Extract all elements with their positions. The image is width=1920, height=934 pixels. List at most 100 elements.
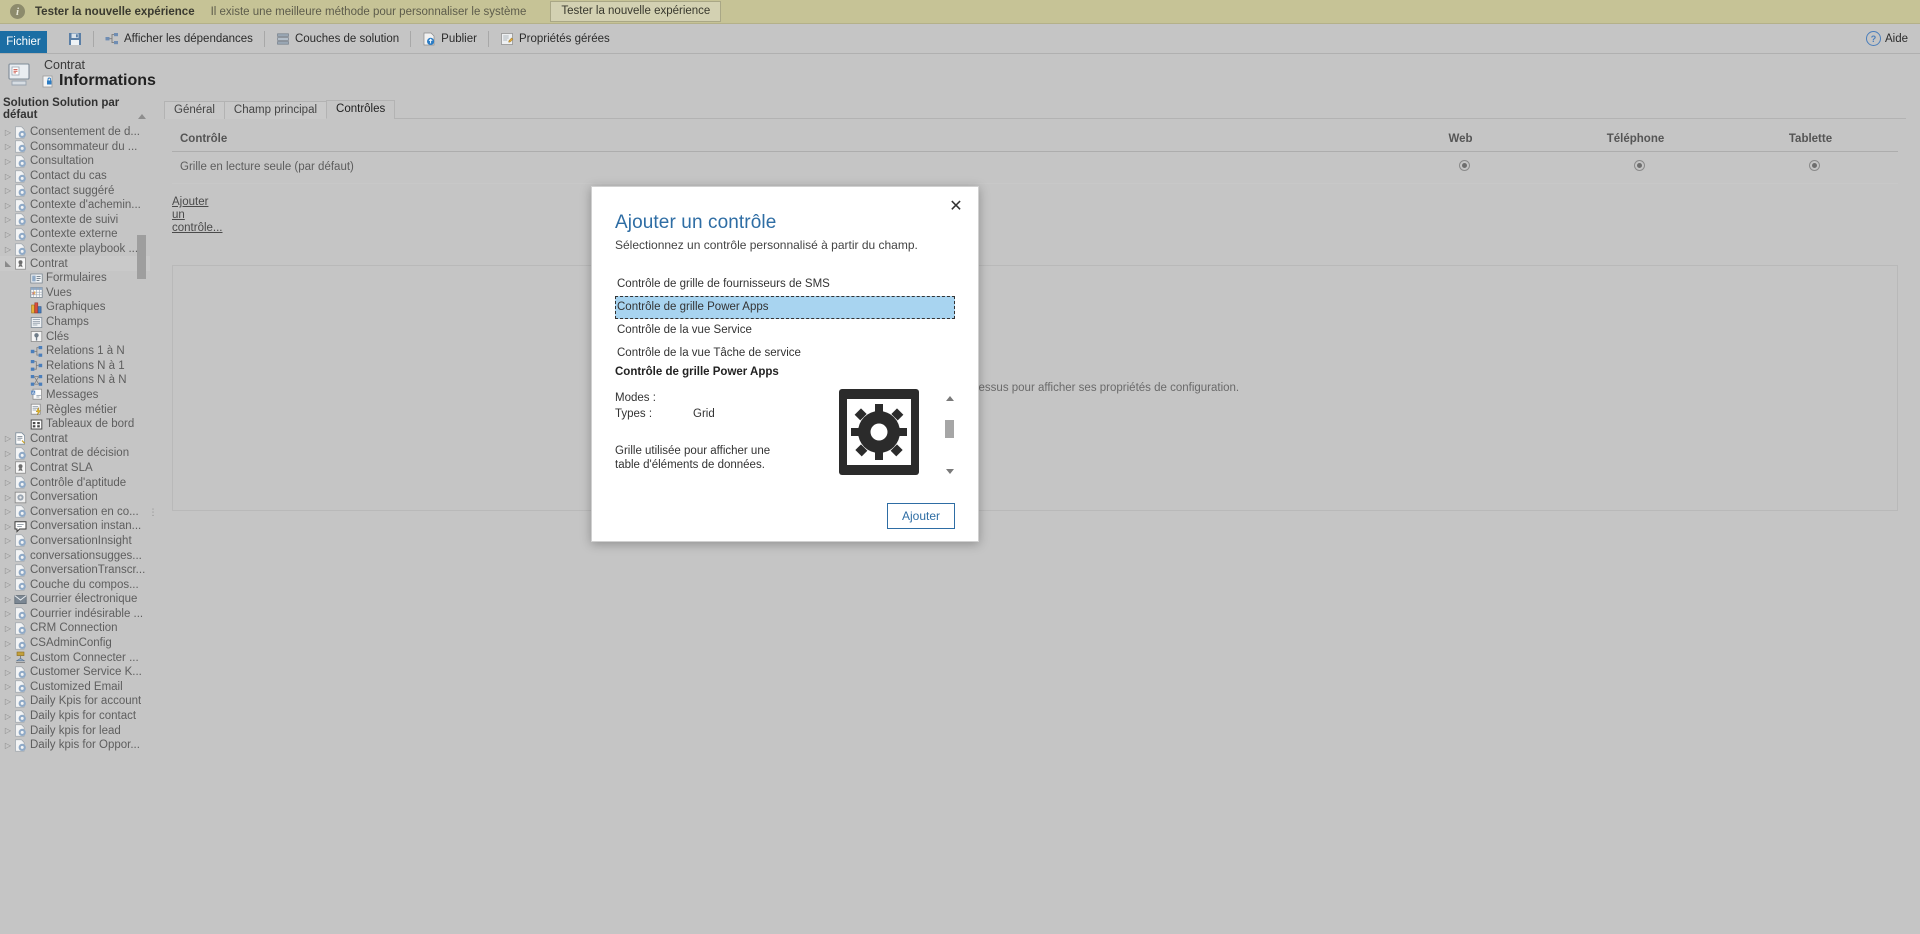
chevron-right-icon[interactable]: ▷ xyxy=(2,172,14,181)
solution-layers-button[interactable]: Couches de solution xyxy=(267,28,408,50)
chevron-right-icon[interactable]: ▷ xyxy=(2,668,14,677)
scroll-up-arrow[interactable] xyxy=(946,396,954,401)
chevron-right-icon[interactable]: ▷ xyxy=(2,434,14,443)
chevron-right-icon[interactable]: ▷ xyxy=(2,624,14,633)
tree-item[interactable]: ▷Contact suggéré xyxy=(0,183,150,198)
chevron-right-icon[interactable]: ▷ xyxy=(2,712,14,721)
tree-item[interactable]: Règles métier xyxy=(0,402,150,417)
chevron-right-icon[interactable]: ▷ xyxy=(2,493,14,502)
cell-tablet[interactable] xyxy=(1723,152,1898,184)
entity-tree[interactable]: ▷Consentement de d...▷Consommateur du ..… xyxy=(0,125,150,930)
chevron-right-icon[interactable]: ▷ xyxy=(2,157,14,166)
tree-item[interactable]: ▷Contrat SLA xyxy=(0,461,150,476)
tree-item[interactable]: Tableaux de bord xyxy=(0,417,150,432)
managed-properties-button[interactable]: Propriétés gérées xyxy=(491,28,619,50)
tree-item[interactable]: ▷CRM Connection xyxy=(0,621,150,636)
tree-item[interactable]: ▷Custom Connecter ... xyxy=(0,650,150,665)
chevron-right-icon[interactable]: ▷ xyxy=(2,595,14,604)
chevron-right-icon[interactable]: ▷ xyxy=(2,478,14,487)
tree-item[interactable]: Champs xyxy=(0,315,150,330)
tree-item[interactable]: ▷conversationsugges... xyxy=(0,548,150,563)
tree-item[interactable]: ▷CSAdminConfig xyxy=(0,636,150,651)
tree-item[interactable]: ▷Contrat xyxy=(0,431,150,446)
tree-item[interactable]: ▷Courrier électronique xyxy=(0,592,150,607)
tree-item[interactable]: ▷Conversation instan... xyxy=(0,519,150,534)
cell-web[interactable] xyxy=(1373,152,1548,184)
scroll-thumb[interactable] xyxy=(945,420,954,438)
tree-item[interactable]: ▷Courrier indésirable ... xyxy=(0,607,150,622)
radio-phone[interactable] xyxy=(1634,160,1645,171)
tree-item[interactable]: Clés xyxy=(0,329,150,344)
scroll-down-arrow[interactable] xyxy=(946,469,954,474)
publish-button[interactable]: Publier xyxy=(413,28,486,50)
tree-item[interactable]: ▷Daily kpis for contact xyxy=(0,709,150,724)
tree-item[interactable]: ◢Contrat xyxy=(0,256,150,271)
tree-item[interactable]: ▷Consultation xyxy=(0,154,150,169)
table-row[interactable]: Grille en lecture seule (par défaut) xyxy=(172,152,1898,184)
tree-item[interactable]: ▷Contexte d'achemin... xyxy=(0,198,150,213)
tree-scrollbar[interactable] xyxy=(137,95,146,929)
tree-item[interactable]: ▷Contexte externe xyxy=(0,227,150,242)
tree-item[interactable]: Formulaires xyxy=(0,271,150,286)
add-control-link[interactable]: Ajouter un contrôle... xyxy=(172,196,224,235)
tree-item[interactable]: Relations N à N xyxy=(0,373,150,388)
tab-g-n-ral[interactable]: Général xyxy=(164,101,225,119)
add-button[interactable]: Ajouter xyxy=(887,503,955,529)
tab-champ-principal[interactable]: Champ principal xyxy=(224,101,327,119)
chevron-right-icon[interactable]: ▷ xyxy=(2,741,14,750)
tree-item[interactable]: ▷Contrôle d'aptitude xyxy=(0,475,150,490)
try-new-experience-button[interactable]: Tester la nouvelle expérience xyxy=(550,1,721,22)
tree-item[interactable]: ▷Contact du cas xyxy=(0,169,150,184)
show-dependencies-button[interactable]: Afficher les dépendances xyxy=(96,28,262,50)
save-button[interactable] xyxy=(59,28,91,50)
chevron-right-icon[interactable]: ▷ xyxy=(2,726,14,735)
file-menu-tab[interactable]: Fichier xyxy=(0,31,47,53)
scroll-up-arrow[interactable] xyxy=(138,114,146,119)
chevron-right-icon[interactable]: ▷ xyxy=(2,522,14,531)
chevron-right-icon[interactable]: ▷ xyxy=(2,128,14,137)
chevron-right-icon[interactable]: ▷ xyxy=(2,580,14,589)
tree-item[interactable]: ▷Customized Email xyxy=(0,680,150,695)
control-option[interactable]: Contrôle de grille Power Apps xyxy=(615,296,955,319)
tree-item[interactable]: ▷Customer Service K... xyxy=(0,665,150,680)
tree-item[interactable]: ▷ConversationTranscr... xyxy=(0,563,150,578)
chevron-right-icon[interactable]: ▷ xyxy=(2,245,14,254)
control-option-list[interactable]: Contrôle de grille de fournisseurs de SM… xyxy=(615,273,955,358)
chevron-right-icon[interactable]: ▷ xyxy=(2,653,14,662)
chevron-right-icon[interactable]: ▷ xyxy=(2,449,14,458)
chevron-right-icon[interactable]: ▷ xyxy=(2,609,14,618)
close-icon[interactable]: ✕ xyxy=(946,197,966,217)
chevron-right-icon[interactable]: ▷ xyxy=(2,142,14,151)
chevron-down-icon[interactable]: ◢ xyxy=(2,259,14,268)
chevron-right-icon[interactable]: ▷ xyxy=(2,551,14,560)
radio-web[interactable] xyxy=(1459,160,1470,171)
tree-item[interactable]: ▷Consentement de d... xyxy=(0,125,150,140)
control-option[interactable]: Contrôle de grille de fournisseurs de SM… xyxy=(615,273,955,296)
tree-item[interactable]: ▷ConversationInsight xyxy=(0,534,150,549)
tree-item[interactable]: ▷Conversation en co... xyxy=(0,504,150,519)
tree-item[interactable]: ▷Contrat de décision xyxy=(0,446,150,461)
chevron-right-icon[interactable]: ▷ xyxy=(2,682,14,691)
control-option[interactable]: Contrôle de la vue Service xyxy=(615,319,955,342)
tree-item[interactable]: ▷Consommateur du ... xyxy=(0,140,150,155)
chevron-right-icon[interactable]: ▷ xyxy=(2,507,14,516)
chevron-right-icon[interactable]: ▷ xyxy=(2,697,14,706)
tree-item[interactable]: ▷Conversation xyxy=(0,490,150,505)
tree-item[interactable]: ▷Daily kpis for lead xyxy=(0,723,150,738)
cell-phone[interactable] xyxy=(1548,152,1723,184)
tree-item[interactable]: ▷Contexte de suivi xyxy=(0,213,150,228)
tree-item[interactable]: ▷Daily Kpis for account xyxy=(0,694,150,709)
tree-item[interactable]: Relations N à 1 xyxy=(0,359,150,374)
chevron-right-icon[interactable]: ▷ xyxy=(2,536,14,545)
control-list-scrollbar[interactable] xyxy=(944,394,955,476)
tree-scroll-thumb[interactable] xyxy=(137,235,146,279)
chevron-right-icon[interactable]: ▷ xyxy=(2,201,14,210)
help-button[interactable]: ? Aide xyxy=(1866,24,1908,53)
tree-item[interactable]: ▷Couche du compos... xyxy=(0,577,150,592)
tab-strip[interactable]: GénéralChamp principalContrôles xyxy=(164,101,1906,119)
tree-item[interactable]: ▷Contexte playbook ... xyxy=(0,242,150,257)
chevron-right-icon[interactable]: ▷ xyxy=(2,566,14,575)
chevron-right-icon[interactable]: ▷ xyxy=(2,463,14,472)
tree-item[interactable]: AMessages xyxy=(0,388,150,403)
chevron-right-icon[interactable]: ▷ xyxy=(2,230,14,239)
